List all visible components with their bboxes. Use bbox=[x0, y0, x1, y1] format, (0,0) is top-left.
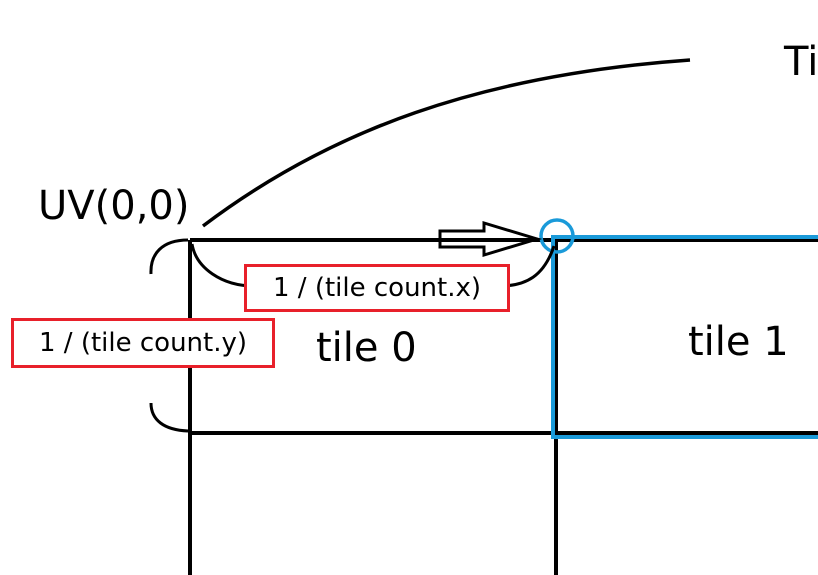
y-step-brace-bottom bbox=[149, 402, 189, 433]
tile-step-y-text: 1 / (tile count.y) bbox=[38, 328, 248, 358]
tile-step-x-formula: 1 / (tile count.x) bbox=[244, 264, 510, 312]
uv-origin-label: UV(0,0) bbox=[38, 183, 190, 229]
tile-uv-diagram: UV(0,0) Ti tile 0 tile 1 1 / (tile count… bbox=[0, 0, 818, 575]
annotation-curve bbox=[201, 58, 691, 228]
tile0-label: tile 0 bbox=[316, 325, 417, 371]
tile-step-y-formula: 1 / (tile count.y) bbox=[11, 318, 275, 368]
tile-step-x-text: 1 / (tile count.x) bbox=[272, 273, 482, 303]
tile1-label: tile 1 bbox=[688, 319, 789, 365]
cropped-title-label: Ti bbox=[784, 39, 818, 85]
y-step-brace-top bbox=[149, 238, 189, 275]
